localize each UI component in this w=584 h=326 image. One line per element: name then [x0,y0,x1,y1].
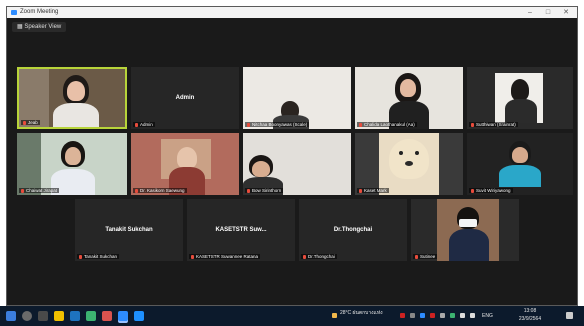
participant-name: Nitchaa Boonyawas (Scale) [245,122,310,127]
task-view-icon[interactable] [38,311,48,321]
participant-name: Chaiwat Jirapat [19,188,60,193]
mic-muted-icon [471,188,474,193]
participant-tile[interactable]: Chaiwat Jirapat [17,133,127,195]
participant-name: Bow Sirinthorn [245,188,284,193]
start-icon[interactable] [6,311,16,321]
mic-muted-icon [359,122,362,127]
video-feed [243,67,351,129]
participant-tile[interactable]: Chalida Laothanakul (Aa) [355,67,463,129]
weather-text: 28°C ฝนตกบางแห่ง [340,310,383,316]
participant-name: Dr.Thongchai [301,254,337,259]
participant-tile[interactable]: Kaset Mark [355,133,463,195]
participant-name: Suvit Wiriyawong [469,188,513,193]
speaker-view-label: Speaker View [24,24,62,30]
edge-icon[interactable] [70,311,80,321]
app-icon[interactable] [102,311,112,321]
participant-name: Jeab [21,120,40,125]
participant-tile[interactable]: Suvit Wiriyawong [467,133,573,195]
tray-app-icon[interactable] [400,313,405,318]
participant-tile[interactable]: Dr. Kasikorn Saewung [131,133,239,195]
participant-name: Chalida Laothanakul (Aa) [357,122,417,127]
speaker-view-button[interactable]: ▦ Speaker View [12,22,67,32]
participant-name: Sutthiwan (Srainrat) [469,122,518,127]
participant-name: Admin [133,122,155,127]
zoom-app-icon [11,10,17,15]
zoom-taskbar-icon[interactable] [118,311,128,321]
network-icon[interactable] [460,313,465,318]
participant-name: Kaset Mark [357,188,389,193]
clock-date[interactable]: 23/9/2564 [512,316,548,322]
mic-muted-icon [135,122,138,127]
mic-muted-icon [359,188,362,193]
video-feed [411,199,519,261]
video-feed [131,133,239,195]
mic-muted-icon [303,254,306,259]
tray-app-icon[interactable] [410,313,415,318]
mic-muted-icon [247,122,250,127]
participant-tile[interactable]: Nitchaa Boonyawas (Scale) [243,67,351,129]
video-feed [19,69,125,127]
window-title: Zoom Meeting [20,9,59,15]
participant-tile[interactable]: Dr.Thongchai Dr.Thongchai [299,199,407,261]
maximize-icon[interactable]: □ [539,7,557,18]
participant-tile[interactable]: KASETSTR Suw... KASETSTR Suwannee Ratana [187,199,295,261]
participant-tile[interactable]: Jeab [17,67,127,129]
video-feed [17,133,127,195]
video-feed [243,133,351,195]
clock-time[interactable]: 13:08 [512,308,548,314]
participant-center-name: KASETSTR Suw... [215,227,267,233]
mic-muted-icon [247,188,250,193]
mic-muted-icon [23,120,26,125]
mic-muted-icon [79,254,82,259]
volume-icon[interactable] [470,313,475,318]
mic-muted-icon [21,188,24,193]
mic-muted-icon [415,254,418,259]
participant-name: KASETSTR Suwannee Ratana [189,254,261,259]
participant-center-name: Tanakit Sukchan [105,227,153,233]
mic-muted-icon [471,122,474,127]
word-icon[interactable] [134,311,144,321]
windows-taskbar: 28°C ฝนตกบางแห่ง ENG 13:08 23/9/2564 [0,306,584,326]
zoom-window: Zoom Meeting – □ ✕ ▦ Speaker View Jeab A… [6,6,578,306]
mic-muted-icon [191,254,194,259]
participant-center-name: Admin [175,95,195,101]
participant-tile[interactable]: Admin Admin [131,67,239,129]
tray-app-icon[interactable] [430,313,435,318]
participant-tile[interactable]: Bow Sirinthorn [243,133,351,195]
tray-app-icon[interactable] [420,313,425,318]
participant-tile[interactable]: Sutthiwan (Srainrat) [467,67,573,129]
participant-name: Sutinee [413,254,438,259]
chrome-icon[interactable] [86,311,96,321]
participant-tile[interactable]: Sutinee [411,199,519,261]
language-indicator[interactable]: ENG [482,313,493,319]
mic-muted-icon [135,188,138,193]
search-icon[interactable] [22,311,32,321]
tray-app-icon[interactable] [450,313,455,318]
title-bar: Zoom Meeting – □ ✕ [7,7,577,18]
video-feed [467,67,573,129]
close-icon[interactable]: ✕ [557,7,575,18]
participant-name: Dr. Kasikorn Saewung [133,188,187,193]
tray-app-icon[interactable] [440,313,445,318]
participant-name: Tanakit Sukchan [77,254,120,259]
notification-icon[interactable] [566,312,573,319]
file-explorer-icon[interactable] [54,311,64,321]
video-feed [355,133,463,195]
video-feed [355,67,463,129]
video-feed [467,133,573,195]
participant-tile[interactable]: Tanakit Sukchan Tanakit Sukchan [75,199,183,261]
minimize-icon[interactable]: – [521,7,539,18]
weather-icon[interactable] [332,313,337,318]
participant-center-name: Dr.Thongchai [333,227,373,233]
